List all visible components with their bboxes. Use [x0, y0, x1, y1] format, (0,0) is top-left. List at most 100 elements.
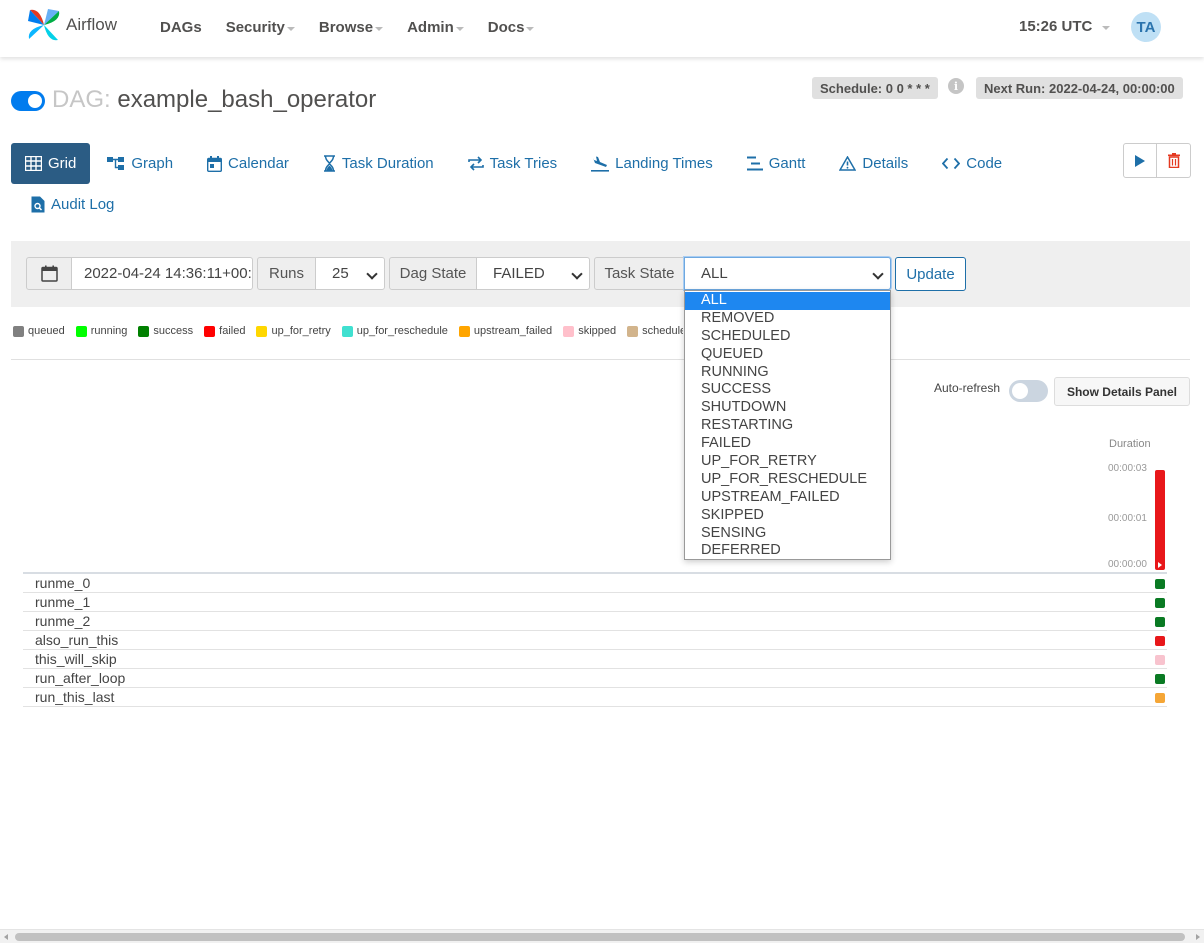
option-up-for-reschedule[interactable]: UP_FOR_RESCHEDULE: [685, 471, 890, 489]
show-details-panel-button[interactable]: Show Details Panel: [1054, 377, 1190, 406]
tab-task-duration[interactable]: Task Duration: [306, 143, 451, 184]
date-picker-button[interactable]: [26, 257, 72, 290]
option-queued[interactable]: QUEUED: [685, 346, 890, 364]
dag-run-duration-bar[interactable]: [1155, 470, 1165, 570]
duration-label: Duration: [1109, 438, 1151, 450]
nav-docs[interactable]: Docs: [476, 0, 547, 54]
legend-upstream-failed[interactable]: upstream_failed: [458, 325, 553, 337]
update-button[interactable]: Update: [895, 257, 966, 291]
dag-state-select[interactable]: FAILED: [476, 257, 590, 290]
task-state-value: ALL: [701, 265, 728, 282]
task-instance-box[interactable]: [1155, 655, 1165, 665]
tab-gantt-label: Gantt: [768, 155, 806, 172]
task-instance-box[interactable]: [1155, 617, 1165, 627]
caret-down-icon: [375, 26, 384, 31]
legend-failed[interactable]: failed: [204, 325, 245, 337]
task-name: also_run_this: [35, 632, 119, 648]
tab-details[interactable]: Details: [822, 143, 925, 184]
task-instance-box[interactable]: [1155, 636, 1165, 646]
toggle-knob: [28, 94, 42, 108]
timezone-dropdown[interactable]: 15:26 UTC: [1019, 18, 1111, 35]
task-instance-box[interactable]: [1155, 693, 1165, 703]
tab-landing-times[interactable]: Landing Times: [574, 143, 730, 184]
nav-admin[interactable]: Admin: [395, 0, 476, 54]
task-row[interactable]: run_this_last: [23, 688, 1167, 707]
tab-grid[interactable]: Grid: [11, 143, 91, 184]
dag-pause-toggle[interactable]: [11, 91, 45, 111]
runs-select[interactable]: 25: [315, 257, 385, 290]
legend-label: running: [90, 325, 128, 337]
nav-dags[interactable]: DAGs: [148, 0, 214, 54]
tab-audit-log-label: Audit Log: [51, 196, 115, 213]
scroll-right-arrow-icon[interactable]: [1196, 934, 1200, 940]
current-time: 15:26 UTC: [1019, 18, 1093, 35]
option-failed[interactable]: FAILED: [685, 435, 890, 453]
task-instance-box[interactable]: [1155, 674, 1165, 684]
base-date-input[interactable]: 2022-04-24 14:36:11+00:: [71, 257, 253, 290]
legend-label: queued: [28, 325, 65, 337]
option-restarting[interactable]: RESTARTING: [685, 417, 890, 435]
legend-skipped[interactable]: skipped: [563, 325, 616, 337]
nav-browse[interactable]: Browse: [307, 0, 395, 54]
option-sensing[interactable]: SENSING: [685, 525, 890, 543]
task-state-dropdown: ALL REMOVED SCHEDULED QUEUED RUNNING SUC…: [684, 290, 891, 560]
option-success[interactable]: SUCCESS: [685, 381, 890, 399]
trash-icon: [1167, 153, 1180, 168]
nav-security[interactable]: Security: [214, 0, 307, 54]
task-row[interactable]: runme_1: [23, 593, 1167, 612]
legend-up-for-retry[interactable]: up_for_retry: [256, 325, 331, 337]
task-row[interactable]: also_run_this: [23, 631, 1167, 650]
task-instance-box[interactable]: [1155, 579, 1165, 589]
horizontal-scrollbar[interactable]: [0, 929, 1204, 943]
trigger-dag-button[interactable]: [1123, 143, 1157, 178]
tab-task-tries[interactable]: Task Tries: [451, 143, 575, 184]
legend-up-for-reschedule[interactable]: up_for_reschedule: [341, 325, 448, 337]
tab-calendar[interactable]: Calendar: [190, 143, 306, 184]
option-all[interactable]: ALL: [685, 292, 890, 310]
legend-queued[interactable]: queued: [13, 325, 65, 337]
nav-browse-label: Browse: [318, 18, 374, 36]
option-skipped[interactable]: SKIPPED: [685, 507, 890, 525]
tab-graph[interactable]: Graph: [90, 143, 190, 184]
tab-task-duration-label: Task Duration: [341, 155, 434, 172]
task-instance-box[interactable]: [1155, 598, 1165, 608]
dag-state-value: FAILED: [493, 265, 545, 282]
legend-scheduled[interactable]: scheduled: [627, 325, 683, 337]
task-row[interactable]: this_will_skip: [23, 650, 1167, 669]
runs-label: Runs: [257, 257, 316, 290]
option-scheduled[interactable]: SCHEDULED: [685, 328, 890, 346]
legend-swatch: [13, 325, 24, 337]
dag-prefix: DAG:: [52, 86, 111, 113]
task-row[interactable]: run_after_loop: [23, 669, 1167, 688]
legend-label: failed: [219, 325, 246, 337]
legend-success[interactable]: success: [138, 325, 193, 337]
option-shutdown[interactable]: SHUTDOWN: [685, 399, 890, 417]
file-search-icon: [31, 196, 45, 213]
delete-dag-button[interactable]: [1157, 143, 1191, 178]
airflow-brand[interactable]: Airflow: [26, 7, 117, 43]
task-row[interactable]: runme_2: [23, 612, 1167, 631]
scrollbar-thumb[interactable]: [15, 933, 1185, 941]
tab-audit-log[interactable]: Audit Log: [19, 184, 126, 225]
legend-label: upstream_failed: [473, 325, 553, 337]
task-row[interactable]: runme_0: [23, 574, 1167, 593]
brand-name: Airflow: [66, 15, 118, 34]
legend-running[interactable]: running: [75, 325, 128, 337]
auto-refresh-toggle[interactable]: [1009, 380, 1048, 402]
legend-swatch: [204, 325, 216, 337]
calendar-icon: [40, 265, 58, 282]
option-deferred[interactable]: DEFERRED: [685, 542, 890, 560]
calendar-icon: [207, 155, 223, 172]
dag-state-label: Dag State: [389, 257, 477, 290]
play-icon: [1135, 154, 1145, 167]
option-running[interactable]: RUNNING: [685, 364, 890, 382]
option-up-for-retry[interactable]: UP_FOR_RETRY: [685, 453, 890, 471]
task-state-select[interactable]: ALL: [684, 257, 891, 290]
user-avatar[interactable]: TA: [1131, 12, 1161, 42]
info-icon[interactable]: i: [948, 78, 964, 94]
option-removed[interactable]: REMOVED: [685, 310, 890, 328]
tab-gantt[interactable]: Gantt: [730, 143, 823, 184]
tab-code[interactable]: Code: [925, 143, 1019, 184]
option-upstream-failed[interactable]: UPSTREAM_FAILED: [685, 489, 890, 507]
scroll-left-arrow-icon[interactable]: [4, 934, 8, 940]
